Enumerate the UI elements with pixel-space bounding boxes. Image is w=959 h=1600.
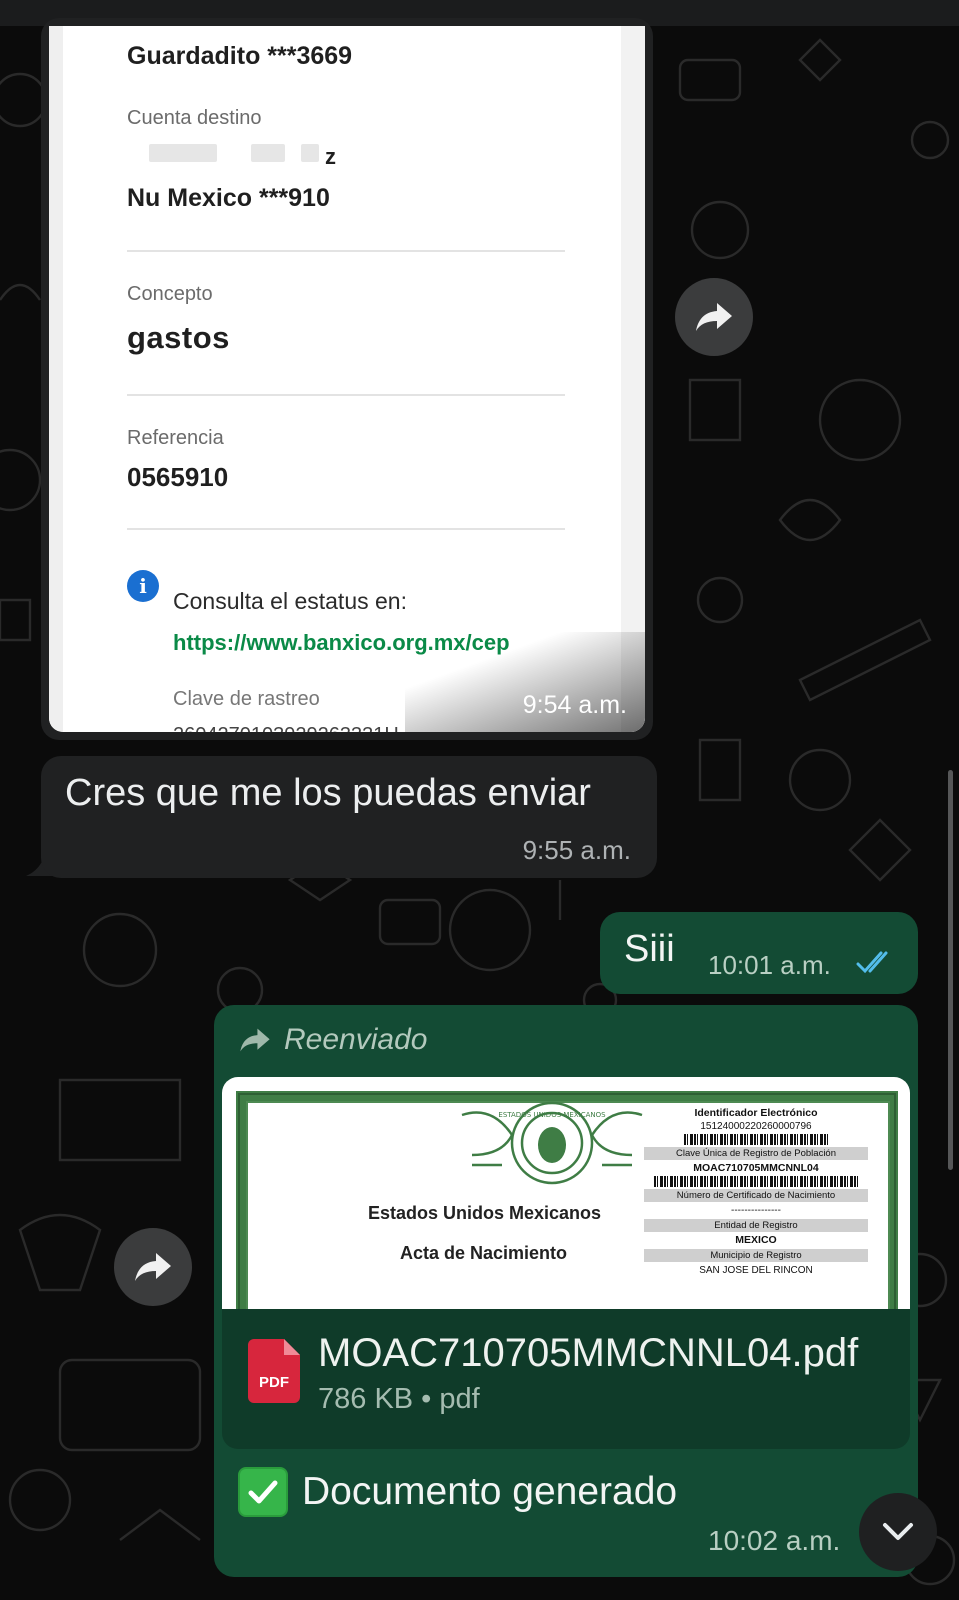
entidad-label: Entidad de Registro bbox=[644, 1219, 868, 1232]
message-text: Cres que me los puedas enviar bbox=[65, 772, 591, 814]
forwarded-label: Reenviado bbox=[284, 1023, 428, 1056]
forward-button[interactable] bbox=[675, 278, 753, 356]
document-message-bubble[interactable]: Reenviado ESTADOS UNIDOS MEXICANOS Estad… bbox=[214, 1005, 918, 1577]
municipio-label: Municipio de Registro bbox=[644, 1249, 868, 1262]
pdf-icon: PDF bbox=[248, 1339, 300, 1403]
seal-text: ESTADOS UNIDOS MEXICANOS bbox=[498, 1111, 606, 1119]
receipt-divider bbox=[127, 250, 565, 252]
municipio-value: SAN JOSE DEL RINCON bbox=[699, 1265, 813, 1276]
certificate-country: Estados Unidos Mexicanos bbox=[368, 1203, 602, 1223]
scroll-to-bottom-button[interactable] bbox=[859, 1493, 937, 1571]
barcode bbox=[654, 1176, 858, 1187]
curp-value: MOAC710705MMCNNL04 bbox=[693, 1162, 819, 1174]
receipt-tracking-label: Clave de rastreo bbox=[173, 688, 320, 710]
double-check-icon bbox=[856, 951, 888, 974]
receipt-destination-label: Cuenta destino bbox=[127, 107, 262, 129]
id-label: Identificador Electrónico bbox=[694, 1107, 818, 1119]
message-time: 9:55 a.m. bbox=[522, 835, 631, 865]
receipt-edge-right bbox=[621, 26, 645, 732]
barcode bbox=[684, 1134, 828, 1145]
receipt-destination-name-tail: z bbox=[325, 144, 336, 169]
redacted-block bbox=[149, 144, 217, 162]
message-time: 10:01 a.m. bbox=[708, 950, 831, 980]
receipt-divider bbox=[127, 528, 565, 530]
document-preview[interactable]: ESTADOS UNIDOS MEXICANOS Estados Unidos … bbox=[222, 1077, 910, 1309]
message-time: 9:54 a.m. bbox=[522, 691, 627, 719]
receipt-edge-left bbox=[49, 26, 63, 732]
receipt-tracking-value: 2604270103929263331H bbox=[173, 724, 399, 732]
info-icon: i bbox=[127, 570, 159, 602]
receipt-reference-value: 0565910 bbox=[127, 462, 229, 492]
receipt-divider bbox=[127, 394, 565, 396]
file-name: MOAC710705MMCNNL04.pdf bbox=[318, 1331, 859, 1375]
receipt-concept-label: Concepto bbox=[127, 283, 213, 305]
id-value: 15124000220260000796 bbox=[700, 1121, 812, 1132]
receipt-origin-account: Guardadito ***3669 bbox=[127, 42, 353, 70]
forward-icon bbox=[240, 1028, 270, 1052]
forward-icon bbox=[696, 303, 732, 331]
forward-icon bbox=[135, 1253, 171, 1281]
caption-text: Documento generado bbox=[302, 1470, 678, 1513]
chevron-down-icon bbox=[883, 1523, 913, 1540]
curp-label: Clave Única de Registro de Población bbox=[644, 1147, 868, 1160]
file-meta: 786 KB • pdf bbox=[318, 1383, 480, 1415]
certificate-type: Acta de Nacimiento bbox=[400, 1243, 568, 1263]
coat-of-arms-seal-icon: ESTADOS UNIDOS MEXICANOS bbox=[461, 1101, 643, 1185]
receipt-destination-account: Nu Mexico ***910 bbox=[127, 184, 330, 212]
incoming-message-bubble[interactable]: Cres que me los puedas enviar 9:55 a.m. bbox=[41, 756, 657, 878]
redacted-block bbox=[301, 144, 319, 162]
receipt-reference-label: Referencia bbox=[127, 427, 224, 449]
cert-number-label: Número de Certificado de Nacimiento bbox=[644, 1189, 868, 1202]
pdf-badge-label: PDF bbox=[259, 1374, 289, 1391]
cert-number-value: --------------- bbox=[731, 1205, 781, 1216]
forward-button[interactable] bbox=[114, 1228, 192, 1306]
message-time: 10:02 a.m. bbox=[708, 1525, 841, 1556]
document-file-row[interactable]: PDF MOAC710705MMCNNL04.pdf 786 KB • pdf bbox=[222, 1309, 910, 1449]
entidad-value: MEXICO bbox=[735, 1234, 777, 1246]
image-message-bubble[interactable]: Guardadito ***3669 Cuenta destino z Nu M… bbox=[41, 18, 653, 740]
receipt-status-text: Consulta el estatus en: bbox=[173, 588, 407, 614]
certificate-id-panel: Identificador Electrónico 15124000220260… bbox=[644, 1107, 868, 1277]
document-caption: Documento generado bbox=[238, 1467, 677, 1517]
redacted-block bbox=[251, 144, 285, 162]
message-text: Siii bbox=[624, 928, 675, 970]
receipt-concept-value: gastos bbox=[127, 320, 230, 355]
receipt-image[interactable]: Guardadito ***3669 Cuenta destino z Nu M… bbox=[49, 26, 645, 732]
outgoing-message-bubble[interactable]: Siii 10:01 a.m. bbox=[600, 912, 918, 994]
scrollbar[interactable] bbox=[948, 770, 953, 1170]
check-emoji-icon bbox=[238, 1467, 288, 1517]
forwarded-row: Reenviado bbox=[238, 1023, 427, 1057]
